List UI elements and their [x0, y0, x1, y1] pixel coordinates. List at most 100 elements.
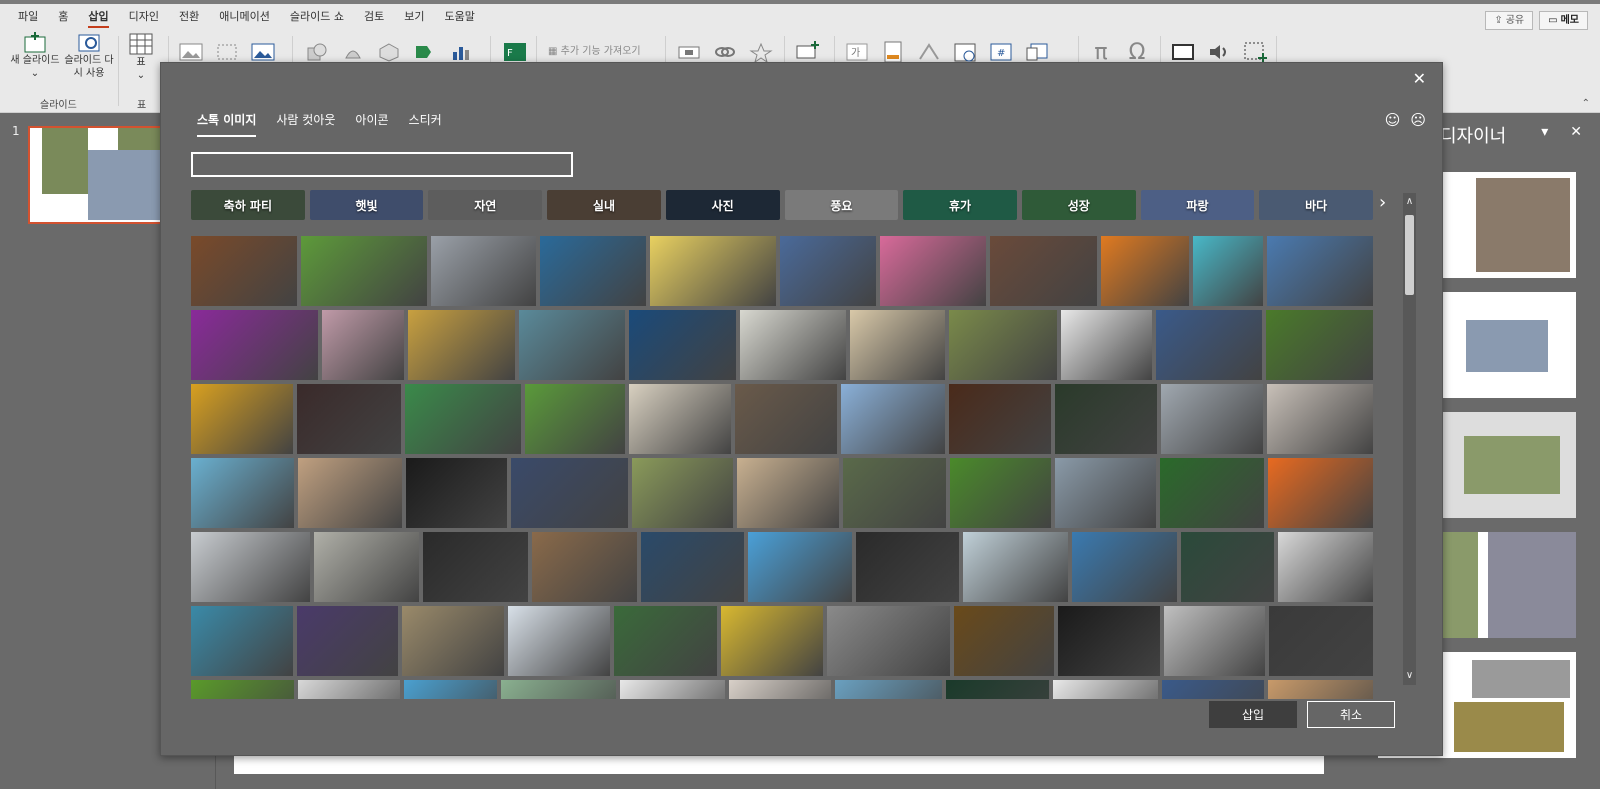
tab-file[interactable]: 파일 [8, 4, 48, 30]
stock-image-thumbnail[interactable] [1061, 310, 1152, 380]
stock-image-thumbnail[interactable] [1267, 384, 1373, 454]
stock-image-thumbnail[interactable] [431, 236, 536, 306]
scroll-up-icon[interactable]: ∧ [1403, 195, 1416, 209]
stock-image-thumbnail[interactable] [641, 532, 745, 602]
stock-image-thumbnail[interactable] [501, 680, 616, 699]
stock-image-thumbnail[interactable] [629, 310, 736, 380]
scroll-thumb[interactable] [1405, 215, 1414, 295]
stock-image-thumbnail[interactable] [191, 310, 318, 380]
new-slide-button[interactable]: 새 슬라이드 ⌄ [8, 32, 62, 80]
stock-image-thumbnail[interactable] [405, 458, 507, 528]
stock-image-thumbnail[interactable] [953, 606, 1054, 676]
stock-image-thumbnail[interactable] [1052, 680, 1158, 699]
pane-options-icon[interactable]: ▾ [1541, 124, 1548, 140]
stock-image-thumbnail[interactable] [649, 236, 776, 306]
stock-image-thumbnail[interactable] [408, 310, 515, 380]
category-chip[interactable]: 성장 [1021, 190, 1136, 220]
stock-image-thumbnail[interactable] [1055, 458, 1157, 528]
stock-image-thumbnail[interactable] [1100, 236, 1189, 306]
stock-image-thumbnail[interactable] [314, 532, 420, 602]
chevron-right-icon[interactable]: › [1379, 192, 1386, 213]
stock-image-thumbnail[interactable] [297, 606, 398, 676]
stock-image-thumbnail[interactable] [855, 532, 959, 602]
tab-home[interactable]: 홈 [48, 4, 78, 30]
reuse-slides-button[interactable]: 슬라이드 다시 사용 [62, 32, 116, 80]
stock-image-thumbnail[interactable] [720, 606, 824, 676]
stock-image-thumbnail[interactable] [1155, 310, 1263, 380]
smile-icon[interactable]: ☺ [1385, 111, 1401, 129]
category-chip[interactable]: 햇빛 [309, 190, 424, 220]
category-chip[interactable]: 축하 파티 [191, 190, 305, 220]
stock-image-thumbnail[interactable] [191, 606, 294, 676]
stock-image-thumbnail[interactable] [779, 236, 877, 306]
stock-image-thumbnail[interactable] [1164, 606, 1265, 676]
category-chip[interactable]: 실내 [547, 190, 661, 220]
stock-image-thumbnail[interactable] [191, 532, 311, 602]
stock-image-thumbnail[interactable] [321, 310, 405, 380]
stock-image-thumbnail[interactable] [827, 606, 950, 676]
stock-image-thumbnail[interactable] [539, 236, 646, 306]
stock-image-thumbnail[interactable] [842, 458, 946, 528]
category-chip[interactable]: 사진 [665, 190, 780, 220]
stock-image-thumbnail[interactable] [949, 384, 1051, 454]
tab-slideshow[interactable]: 슬라이드 쇼 [280, 4, 354, 30]
stock-image-thumbnail[interactable] [1267, 458, 1373, 528]
stock-image-thumbnail[interactable] [1160, 458, 1264, 528]
stock-image-thumbnail[interactable] [850, 310, 945, 380]
stock-image-thumbnail[interactable] [739, 310, 847, 380]
stock-image-thumbnail[interactable] [1277, 532, 1373, 602]
stock-image-thumbnail[interactable] [1192, 236, 1263, 306]
category-chip[interactable]: 풍요 [784, 190, 899, 220]
stock-image-thumbnail[interactable] [946, 680, 1049, 699]
stock-image-thumbnail[interactable] [297, 384, 401, 454]
stock-image-thumbnail[interactable] [1268, 606, 1373, 676]
category-chip[interactable]: 파랑 [1140, 190, 1255, 220]
category-chip[interactable]: 자연 [428, 190, 543, 220]
stock-image-thumbnail[interactable] [1071, 532, 1177, 602]
cancel-button[interactable]: 취소 [1307, 701, 1395, 728]
stock-image-thumbnail[interactable] [508, 606, 611, 676]
stock-image-thumbnail[interactable] [614, 606, 717, 676]
stock-image-thumbnail[interactable] [518, 310, 626, 380]
stock-image-thumbnail[interactable] [1268, 680, 1373, 699]
tab-help[interactable]: 도움말 [434, 4, 484, 30]
stock-image-thumbnail[interactable] [728, 680, 832, 699]
slide-thumbnail[interactable] [28, 126, 162, 224]
close-icon[interactable]: ✕ [1570, 124, 1582, 140]
stock-image-thumbnail[interactable] [835, 680, 943, 699]
stock-image-thumbnail[interactable] [532, 532, 638, 602]
stock-image-thumbnail[interactable] [405, 384, 521, 454]
tab-design[interactable]: 디자인 [119, 4, 169, 30]
stock-image-thumbnail[interactable] [401, 606, 505, 676]
stock-image-thumbnail[interactable] [841, 384, 945, 454]
category-chip[interactable]: 바다 [1259, 190, 1374, 220]
stock-image-thumbnail[interactable] [191, 680, 294, 699]
stock-image-thumbnail[interactable] [632, 458, 734, 528]
stock-image-thumbnail[interactable] [404, 680, 498, 699]
stock-image-thumbnail[interactable] [949, 458, 1052, 528]
stock-image-thumbnail[interactable] [297, 680, 401, 699]
stock-image-thumbnail[interactable] [1180, 532, 1274, 602]
stock-image-thumbnail[interactable] [1266, 310, 1373, 380]
frown-icon[interactable]: ☹ [1410, 111, 1426, 129]
category-chip[interactable]: 휴가 [903, 190, 1017, 220]
stock-image-thumbnail[interactable] [1161, 680, 1265, 699]
stock-image-thumbnail[interactable] [525, 384, 625, 454]
tab-review[interactable]: 검토 [354, 4, 394, 30]
tab-stock-images[interactable]: 스톡 이미지 [197, 111, 257, 137]
stock-image-thumbnail[interactable] [737, 458, 839, 528]
stock-image-thumbnail[interactable] [301, 236, 428, 306]
stock-image-thumbnail[interactable] [510, 458, 629, 528]
stock-image-thumbnail[interactable] [298, 458, 402, 528]
stock-image-thumbnail[interactable] [735, 384, 837, 454]
stock-image-thumbnail[interactable] [191, 384, 293, 454]
stock-image-thumbnail[interactable] [191, 236, 298, 306]
stock-image-thumbnail[interactable] [962, 532, 1068, 602]
comments-button[interactable]: ▭ 메모 [1539, 11, 1588, 30]
tab-cutout-people[interactable]: 사람 컷아웃 [276, 111, 335, 137]
tab-icons[interactable]: 아이콘 [355, 111, 388, 137]
stock-image-thumbnail[interactable] [1057, 606, 1161, 676]
collapse-ribbon-icon[interactable]: ⌃ [1582, 98, 1590, 109]
share-button[interactable]: ⇪ 공유 [1485, 11, 1534, 30]
stock-image-thumbnail[interactable] [880, 236, 987, 306]
